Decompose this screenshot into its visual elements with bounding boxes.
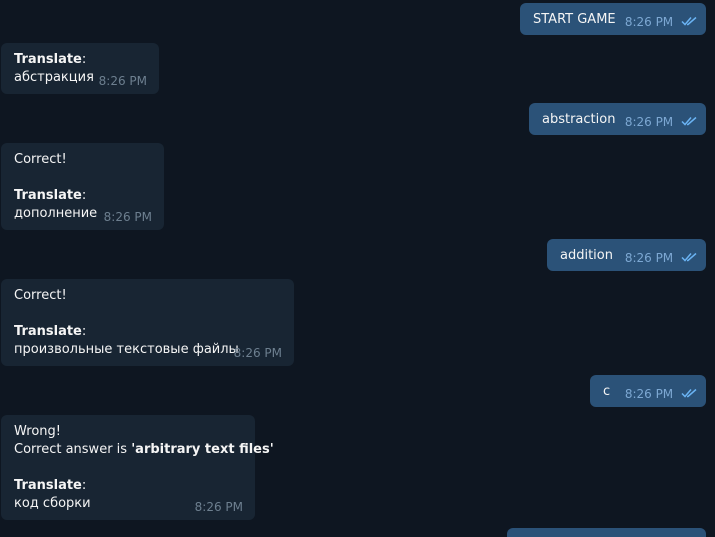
correct-answer-prefix: Correct answer is [14,442,132,457]
outgoing-message-partial[interactable] [507,528,706,537]
result-status: Wrong! [14,424,61,439]
outgoing-message[interactable]: START GAME 8:26 PM [520,3,706,35]
incoming-message[interactable]: Correct! Translate: произвольные текстов… [1,279,294,366]
message-meta: 8:26 PM [625,251,698,266]
message-time: 8:26 PM [98,74,147,88]
result-status: Correct! [14,152,67,167]
translate-label: Translate [14,188,82,203]
correct-answer-line: Correct answer is 'arbitrary text files' [14,441,274,459]
incoming-message[interactable]: Wrong! Correct answer is 'arbitrary text… [1,415,274,520]
translate-label: Translate [14,478,82,493]
chat-history[interactable]: START GAME 8:26 PM Translate: абстракция… [0,0,715,537]
message-meta: 8:26 PM [625,115,698,130]
message-time: 8:26 PM [624,114,674,129]
message-time: 8:26 PM [194,500,243,514]
double-check-icon [681,115,698,129]
message-time: 8:26 PM [233,346,282,360]
double-check-icon [681,15,698,29]
double-check-icon [681,251,698,265]
outgoing-message[interactable]: abstraction 8:26 PM [529,103,706,135]
message-meta: 8:26 PM [625,387,698,402]
double-check-icon [681,387,698,401]
correct-answer: 'arbitrary text files' [131,442,274,457]
outgoing-message[interactable]: addition 8:26 PM [547,239,706,271]
message-time: 8:26 PM [624,386,674,401]
message-time: 8:26 PM [624,250,674,265]
translate-label: Translate [14,52,82,67]
incoming-message[interactable]: Translate: абстракция 8:26 PM [1,43,159,94]
result-status: Correct! [14,288,67,303]
incoming-message[interactable]: Correct! Translate: дополнение 8:26 PM [1,143,164,230]
outgoing-message[interactable]: c 8:26 PM [590,375,706,407]
message-time: 8:26 PM [624,14,674,29]
message-meta: 8:26 PM [625,15,698,30]
message-time: 8:26 PM [103,210,152,224]
translate-label: Translate [14,324,82,339]
